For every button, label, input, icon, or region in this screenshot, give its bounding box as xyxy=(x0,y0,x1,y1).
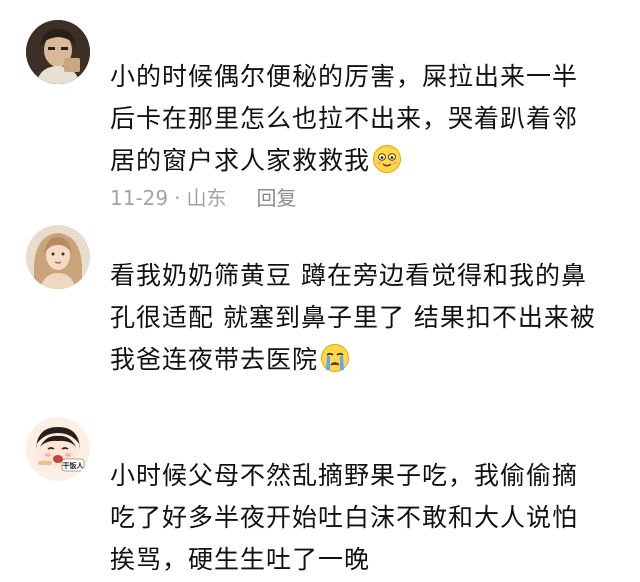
avatar-cartoon-icon xyxy=(26,417,90,481)
comment-item: 小的时候偶尔便秘的厉害，屎拉出来一半 后卡在那里怎么也拉不出来，哭着趴着邻 居的… xyxy=(0,0,640,215)
comment-text-content: 看我奶奶筛黄豆 蹲在旁边看觉得和我的鼻 孔很适配 就塞到鼻子里了 结果扣不出来被… xyxy=(110,261,596,374)
avatar-badge: 干饭人 xyxy=(62,461,84,471)
avatar[interactable] xyxy=(26,20,90,84)
avatar-photo-icon xyxy=(26,225,90,289)
avatar-photo-icon xyxy=(26,20,90,84)
comment-text: 小的时候偶尔便秘的厉害，屎拉出来一半 后卡在那里怎么也拉不出来，哭着趴着邻 居的… xyxy=(110,56,630,182)
comment-item: 干饭人 小时候父母不然乱摘野果子吃，我偷偷摘 吃了好多半夜开始吐白沫不敢和大人说… xyxy=(0,415,640,582)
comment-text: 看我奶奶筛黄豆 蹲在旁边看觉得和我的鼻 孔很适配 就塞到鼻子里了 结果扣不出来被… xyxy=(110,255,630,381)
avatar[interactable]: 干饭人 xyxy=(26,417,90,481)
meta-separator: · xyxy=(174,186,181,210)
comment-text-content: 小的时候偶尔便秘的厉害，屎拉出来一半 后卡在那里怎么也拉不出来，哭着趴着邻 居的… xyxy=(110,62,579,175)
comment-meta: 11-29 · 山东 回复 xyxy=(110,184,296,212)
comment-location: 山东 xyxy=(186,186,227,210)
comment-text: 小时候父母不然乱摘野果子吃，我偷偷摘 吃了好多半夜开始吐白沫不敢和大人说怕 挨骂… xyxy=(110,455,630,581)
avatar[interactable] xyxy=(26,225,90,289)
comment-text-content: 小时候父母不然乱摘野果子吃，我偷偷摘 吃了好多半夜开始吐白沫不敢和大人说怕 挨骂… xyxy=(110,461,579,574)
comment-item: 看我奶奶筛黄豆 蹲在旁边看觉得和我的鼻 孔很适配 就塞到鼻子里了 结果扣不出来被… xyxy=(0,215,640,415)
crying-emoji-icon xyxy=(320,343,350,373)
avatar-badge-text: 干饭人 xyxy=(62,462,84,470)
blushing-smile-emoji-icon xyxy=(372,144,402,174)
comment-date: 11-29 xyxy=(110,186,169,210)
reply-button[interactable]: 回复 xyxy=(256,184,296,212)
